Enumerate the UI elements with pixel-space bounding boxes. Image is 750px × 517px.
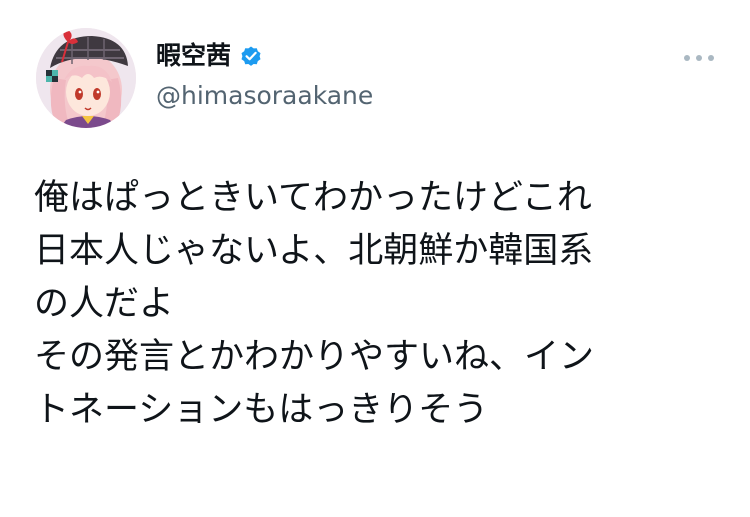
author-handle[interactable]: @himasoraakane — [156, 80, 373, 112]
tweet-card: 暇空茜 @himasoraakane 俺はぱっときいてわかったけどこれ 日本人じ… — [0, 0, 750, 517]
verified-badge-icon — [239, 44, 263, 68]
tweet-text-line: トネーションもはっきりそう — [34, 390, 489, 430]
avatar[interactable] — [36, 28, 136, 128]
author-name-row: 暇空茜 — [156, 40, 263, 72]
tweet-body: 俺はぱっときいてわかったけどこれ 日本人じゃないよ、北朝鮮か韓国系 の人だよ そ… — [34, 172, 734, 437]
author-display-name[interactable]: 暇空茜 — [156, 40, 231, 72]
anime-girl-avatar-image — [36, 28, 136, 128]
tweet-text-line: 俺はぱっときいてわかったけどこれ — [34, 178, 592, 218]
tweet-text-line: 日本人じゃないよ、北朝鮮か韓国系 — [34, 231, 594, 271]
more-options-icon[interactable] — [682, 50, 716, 66]
tweet-text-line: その発言とかわかりやすいね、イン — [34, 337, 595, 377]
tweet-text-line: の人だよ — [34, 284, 175, 324]
